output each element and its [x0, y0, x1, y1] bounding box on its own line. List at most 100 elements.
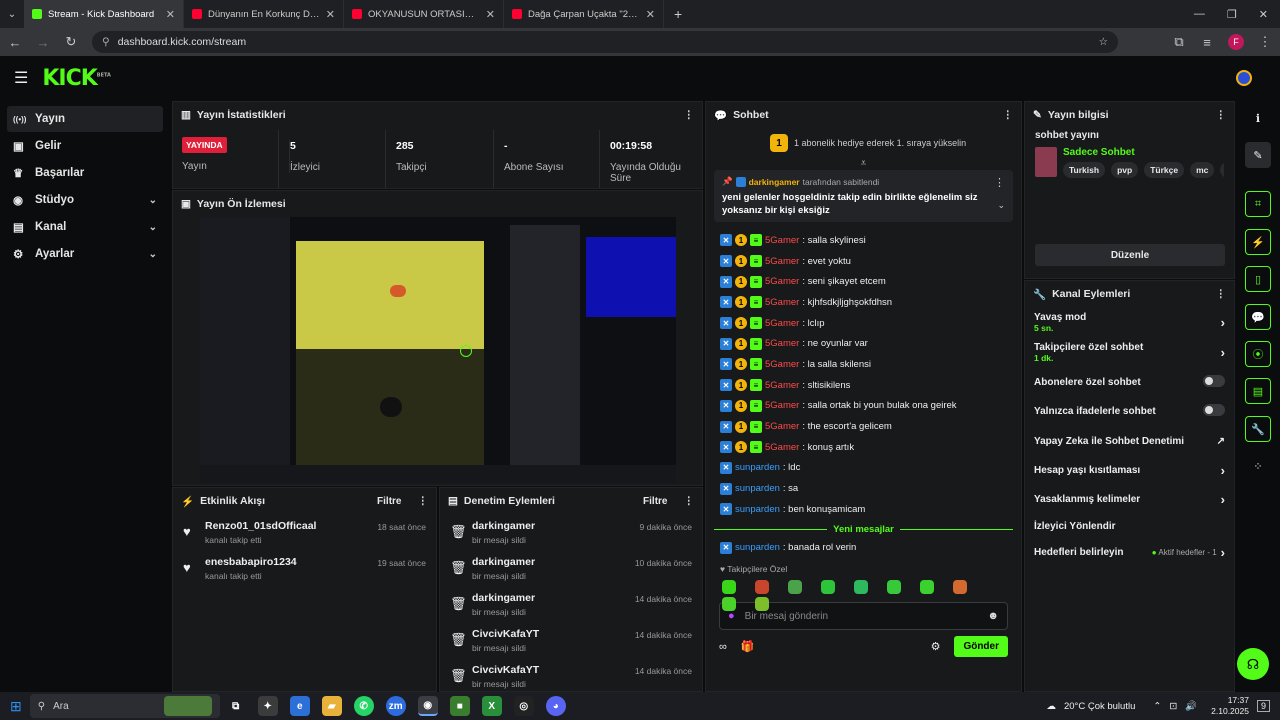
whatsapp-icon[interactable]: ✆: [353, 696, 374, 716]
collapse-icon[interactable]: ⩡: [706, 158, 1021, 170]
layout-icon[interactable]: ▤: [1245, 378, 1271, 404]
chevron-down-icon[interactable]: ⌄: [149, 249, 157, 260]
discord-icon[interactable]: ◕: [545, 696, 566, 716]
notification-badge[interactable]: 9: [1256, 700, 1270, 712]
subs-chat-toggle[interactable]: [1203, 374, 1225, 387]
kick-logo[interactable]: KICKBETA: [42, 66, 111, 91]
chat-username[interactable]: 5Gamer: [765, 318, 799, 329]
more-menu-icon[interactable]: ⋮: [994, 176, 1005, 189]
zoom-icon[interactable]: zm: [385, 696, 406, 716]
emote-icon[interactable]: [920, 580, 935, 595]
wrench-icon[interactable]: 🔧: [1245, 416, 1271, 442]
lightning-icon[interactable]: ⚡: [1245, 229, 1271, 255]
chat-username[interactable]: 5Gamer: [765, 380, 799, 391]
tab-search-icon[interactable]: ⌄: [0, 9, 24, 20]
slow-mode-row[interactable]: Yavaş mod 5 sn. ›: [1025, 307, 1234, 337]
forward-icon[interactable]: →: [36, 35, 50, 50]
close-icon[interactable]: ✕: [486, 8, 495, 21]
chat-username[interactable]: 5Gamer: [765, 297, 799, 308]
chat-message[interactable]: ✕ 1 ≡ 5Gamer: evet yoktu: [706, 251, 1021, 272]
chat-username[interactable]: sunparden: [735, 542, 780, 553]
microphone-icon[interactable]: ●: [728, 610, 735, 622]
chat-icon[interactable]: 💬: [1245, 304, 1271, 330]
reading-list-icon[interactable]: ≡: [1200, 35, 1214, 50]
chevron-down-icon[interactable]: ⌄: [997, 200, 1005, 211]
sidebar-item-gelir[interactable]: ▣ Gelir: [7, 133, 163, 159]
more-menu-icon[interactable]: ⋮: [684, 495, 695, 507]
emote-icon[interactable]: [722, 597, 736, 612]
chat-message[interactable]: ✕ 1 ≡ 5Gamer: salla ortak bi youn bulak ona…: [706, 396, 1021, 417]
new-messages-divider[interactable]: Yeni mesajlar: [706, 522, 1021, 538]
new-tab-button[interactable]: +: [664, 6, 692, 22]
emote-icon[interactable]: [755, 580, 770, 595]
chat-message[interactable]: ✕ 1 ≡ 5Gamer: the escort'a gelicem: [706, 416, 1021, 437]
browser-tab-youtube-2[interactable]: OKYANUSUN ORTASINDA 76 G ✕: [344, 0, 504, 28]
browser-tab-youtube-3[interactable]: Dağa Çarpan Uçakta "25 KİŞİNİ ✕: [504, 0, 664, 28]
goals-row[interactable]: Hedefleri belirleyin ● Aktif hedefler - …: [1025, 539, 1234, 565]
age-limit-row[interactable]: Hesap yaşı kısıtlaması ›: [1025, 456, 1234, 485]
info-icon[interactable]: ℹ: [1245, 105, 1271, 131]
chat-message[interactable]: ✕ sunparden : banada rol verin: [706, 538, 1021, 559]
bookmark-star-icon[interactable]: ☆: [1099, 36, 1108, 48]
emote-chat-toggle[interactable]: [1203, 404, 1225, 416]
sidebar-item-kanal[interactable]: ▤ Kanal ⌄: [7, 214, 163, 240]
chat-username[interactable]: 5Gamer: [765, 359, 799, 370]
sidebar-item-yayin[interactable]: ((•)) Yayın: [7, 106, 163, 132]
weather-text[interactable]: 20°C Çok bulutlu: [1064, 701, 1135, 712]
sidebar-item-basarilar[interactable]: ♛ Başarılar: [7, 160, 163, 186]
category-thumbnail[interactable]: [1035, 147, 1057, 177]
emote-icon[interactable]: [722, 580, 736, 595]
chat-message[interactable]: ✕ sunparden: ben konuşamicam: [706, 499, 1021, 520]
copilot-icon[interactable]: ✦: [257, 696, 278, 716]
support-headset-icon[interactable]: ☊: [1237, 648, 1269, 680]
url-field[interactable]: ⚲ dashboard.kick.com/stream ☆: [92, 31, 1118, 53]
more-menu-icon[interactable]: ⋮: [684, 109, 695, 121]
taskbar-search[interactable]: ⚲ Ara: [29, 694, 220, 718]
broadcast-icon[interactable]: ⦿: [1245, 341, 1271, 367]
excel-icon[interactable]: X: [481, 696, 502, 716]
minecraft-icon[interactable]: ■: [449, 696, 470, 716]
task-view-icon[interactable]: ⧉: [226, 696, 246, 716]
dots-icon[interactable]: ⁘: [1245, 453, 1271, 479]
filter-button[interactable]: Filtre: [377, 496, 401, 507]
profile-avatar[interactable]: F: [1228, 34, 1244, 50]
sidebar-item-studyo[interactable]: ◉ Stüdyo ⌄: [7, 187, 163, 213]
close-icon[interactable]: ✕: [326, 8, 335, 21]
network-icon[interactable]: ⊡: [1169, 701, 1177, 712]
gift-icon[interactable]: 🎁: [741, 640, 755, 653]
emoji-icon[interactable]: ☻: [987, 610, 999, 622]
edge-icon[interactable]: e: [289, 696, 310, 716]
back-icon[interactable]: ←: [8, 35, 22, 50]
chat-username[interactable]: 5Gamer: [765, 338, 799, 349]
browser-tab-kick[interactable]: Stream - Kick Dashboard ✕: [24, 0, 184, 28]
volume-icon[interactable]: 🔊: [1185, 701, 1197, 712]
more-menu-icon[interactable]: ⋮: [1258, 34, 1272, 50]
more-menu-icon[interactable]: ⋮: [1003, 109, 1014, 121]
reload-icon[interactable]: ↻: [64, 34, 78, 50]
file-explorer-icon[interactable]: ▰: [321, 696, 342, 716]
chat-username[interactable]: 5Gamer: [765, 400, 799, 411]
maximize-icon[interactable]: ❐: [1227, 8, 1237, 21]
chevron-down-icon[interactable]: ⌄: [149, 222, 157, 233]
windows-start-icon[interactable]: ⊞: [10, 698, 22, 715]
emote-icon[interactable]: [821, 580, 836, 595]
pencil-icon[interactable]: ✎: [1245, 142, 1271, 168]
emote-icon[interactable]: [953, 580, 968, 595]
chat-message[interactable]: ✕ 1 ≡ 5Gamer: lclıp: [706, 313, 1021, 334]
more-menu-icon[interactable]: ⋮: [418, 495, 429, 507]
chat-message[interactable]: ✕ 1 ≡ 5Gamer: seni şikayet etcem: [706, 271, 1021, 292]
banned-words-row[interactable]: Yasaklanmış kelimeler ›: [1025, 485, 1234, 514]
emote-icon[interactable]: [788, 580, 803, 595]
followers-chat-row[interactable]: Takipçilere özel sohbet 1 dk. ›: [1025, 337, 1234, 367]
redirect-viewers-row[interactable]: İzleyici Yönlendir: [1025, 514, 1234, 539]
close-icon[interactable]: ✕: [646, 8, 655, 21]
category-name[interactable]: Sadece Sohbet: [1063, 147, 1224, 158]
chat-settings-gear-icon[interactable]: ⚙: [931, 640, 941, 653]
ai-moderation-row[interactable]: Yapay Zeka ile Sohbet Denetimi ↗: [1025, 426, 1234, 456]
more-menu-icon[interactable]: ⋮: [1216, 109, 1227, 121]
chevron-down-icon[interactable]: ⌄: [149, 195, 157, 206]
clip-icon[interactable]: ⌗: [1245, 191, 1271, 217]
emote-icon[interactable]: [887, 580, 902, 595]
chat-message[interactable]: ✕ 1 ≡ 5Gamer: ne oyunlar var: [706, 333, 1021, 354]
chat-username[interactable]: sunparden: [735, 483, 780, 494]
